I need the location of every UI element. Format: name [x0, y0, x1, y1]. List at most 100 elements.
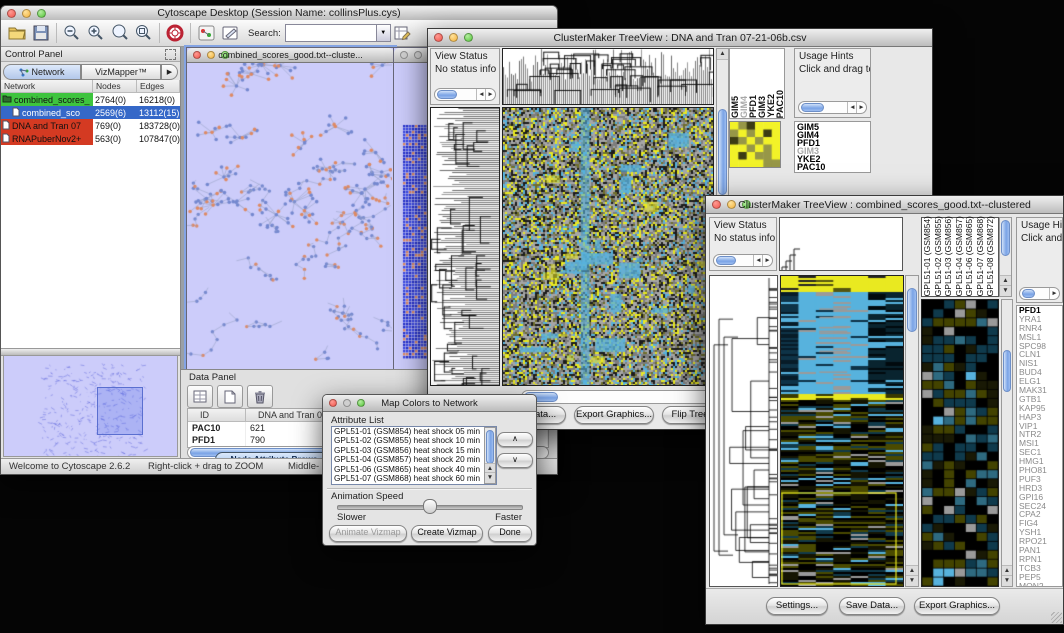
tv2-zoomheat-canvas[interactable] [922, 300, 998, 586]
attribute-editor-icon[interactable] [391, 22, 415, 44]
attribute-item[interactable]: GPL51-04 (GSM857) heat shock 20 min [332, 455, 496, 464]
new-attribute-icon[interactable] [217, 385, 243, 408]
usage-hints-scrollbar[interactable]: ► [1019, 287, 1060, 300]
zoom-fit-button[interactable] [132, 22, 156, 44]
select-attributes-icon[interactable] [187, 385, 213, 408]
scroll-up-icon[interactable]: ▲ [717, 49, 728, 60]
gene-label[interactable]: MON2 [1017, 582, 1062, 587]
annotation-icon[interactable] [218, 22, 242, 44]
treeview2-titlebar[interactable]: ClusterMaker TreeView : combined_scores_… [706, 196, 1063, 214]
scroll-right-icon[interactable]: ► [485, 89, 495, 100]
search-input[interactable] [285, 24, 377, 42]
close-icon[interactable] [400, 51, 408, 59]
tv2-column-tree[interactable] [779, 217, 903, 271]
tab-vizmapper[interactable]: VizMapper™ [81, 64, 161, 80]
save-button[interactable] [29, 22, 53, 44]
scroll-right-icon[interactable]: ► [856, 102, 866, 113]
network-row[interactable]: DNA and Tran 07769(0)183728(0) [1, 119, 180, 132]
scroll-down-icon[interactable]: ▼ [485, 472, 495, 483]
network-overview[interactable] [3, 355, 178, 457]
attribute-item[interactable]: GPL51-03 (GSM856) heat shock 15 min [332, 446, 496, 455]
scrollbar-thumb[interactable] [486, 430, 494, 464]
treeview1-titlebar[interactable]: ClusterMaker TreeView : DNA and Tran 07-… [428, 29, 932, 47]
scrollbar-thumb[interactable] [907, 288, 917, 332]
tv2-coltree-canvas[interactable] [780, 218, 902, 270]
create-vizmap-button[interactable]: Create Vizmap [411, 525, 483, 542]
overview-canvas[interactable] [4, 356, 177, 456]
move-down-button[interactable]: ∨ [497, 453, 533, 468]
zoom-out-button[interactable] [60, 22, 84, 44]
move-up-button[interactable]: ∧ [497, 432, 533, 447]
scrollbar-thumb[interactable] [1003, 350, 1011, 392]
overview-viewport[interactable] [97, 387, 143, 435]
tv2-vertical-scrollbar[interactable]: ▲ ▼ [905, 275, 919, 587]
view-status-scrollbar[interactable]: ◄ ► [434, 88, 496, 101]
tv1-rowtree-canvas[interactable] [431, 108, 499, 385]
main-titlebar[interactable]: Cytoscape Desktop (Session Name: collins… [1, 6, 557, 21]
network-row[interactable]: combined_sco2569(6)13112(15) [1, 106, 180, 119]
search-dropdown-icon[interactable]: ▼ [377, 24, 391, 42]
tv2-rowtree-canvas[interactable] [710, 276, 777, 586]
scrollbar-thumb[interactable] [1022, 289, 1035, 298]
tab-overflow-icon[interactable]: ▶ [161, 64, 178, 80]
zoom-row-label[interactable]: PAC10 [795, 163, 870, 171]
attribute-item[interactable]: GPL51-07 (GSM868) heat shock 60 min [332, 474, 496, 483]
tab-network[interactable]: Network [3, 64, 81, 80]
zoom-column-label[interactable]: PAC10 [776, 90, 785, 118]
tv2-row-tree[interactable] [709, 275, 778, 587]
zoom-selected-button[interactable] [108, 22, 132, 44]
attribute-item[interactable]: GPL51-02 (GSM855) heat shock 10 min [332, 436, 496, 445]
tv1-heatmap[interactable] [502, 107, 714, 386]
network-row[interactable]: combined_scores_2764(0)16218(0) [1, 93, 180, 106]
scrollbar-thumb[interactable] [716, 256, 736, 265]
attribute-list-scrollbar[interactable]: ▲ ▼ [484, 427, 496, 484]
vizmapper-icon[interactable] [194, 22, 218, 44]
network-view-titlebar[interactable]: combined_scores_good.txt--cluste... [187, 48, 394, 63]
minimize-icon[interactable] [414, 51, 422, 59]
scroll-down-icon[interactable]: ▼ [1002, 575, 1012, 586]
scrollbar-thumb[interactable] [1001, 220, 1010, 256]
dialog-titlebar[interactable]: Map Colors to Network [323, 395, 536, 412]
slider-thumb[interactable] [423, 499, 437, 514]
tv2-column-labels-scrollbar[interactable]: ▲ ▼ [999, 217, 1012, 297]
resize-grip[interactable] [1051, 612, 1062, 623]
zoom-in-button[interactable] [84, 22, 108, 44]
open-file-button[interactable] [5, 22, 29, 44]
export-graphics-button[interactable]: Export Graphics... [574, 406, 654, 424]
tv2-heatmap-canvas[interactable] [781, 276, 903, 586]
export-graphics-button[interactable]: Export Graphics... [914, 597, 1000, 615]
scrollbar-thumb[interactable] [437, 90, 457, 99]
scrollbar-thumb[interactable] [801, 103, 824, 112]
tv1-heatmap-canvas[interactable] [503, 108, 713, 385]
network-row[interactable]: RNAPuberNov2+563(0)107847(0) [1, 132, 180, 145]
settings-button[interactable]: Settings... [766, 597, 828, 615]
column-label[interactable]: GPL51-08 (GSM872) [986, 216, 997, 296]
animate-vizmap-button[interactable]: Animate Vizmap [329, 525, 407, 542]
column-label[interactable]: GPL51-01 (GSM854) [923, 216, 934, 296]
attribute-item[interactable]: GPL51-06 (GSM865) heat shock 40 min [332, 465, 496, 474]
tv2-zoom-scrollbar[interactable]: ▲ ▼ [1001, 299, 1013, 587]
scroll-down-icon[interactable]: ▼ [1000, 285, 1011, 296]
scrollbar-thumb[interactable] [718, 109, 727, 195]
tv1-column-tree[interactable] [502, 48, 714, 105]
tv1-row-tree[interactable] [430, 107, 500, 386]
help-icon[interactable] [163, 22, 187, 44]
tv2-zoom-heatmap[interactable] [921, 299, 999, 587]
tv1-zoom-matrix-canvas[interactable] [730, 122, 780, 167]
view-status-scrollbar[interactable]: ◄ ► [713, 254, 773, 267]
attribute-item[interactable]: GPL51-01 (GSM854) heat shock 05 min [332, 427, 496, 436]
network-canvas[interactable] [187, 63, 392, 368]
usage-hints-scrollbar[interactable]: ◄ ► [798, 101, 867, 114]
scroll-right-icon[interactable]: ► [762, 255, 772, 266]
tv1-zoom-matrix[interactable] [729, 121, 781, 168]
scroll-down-icon[interactable]: ▼ [906, 575, 918, 586]
delete-attribute-icon[interactable] [247, 385, 273, 408]
tv2-heatmap[interactable] [780, 275, 904, 587]
scroll-right-icon[interactable]: ► [1049, 288, 1059, 299]
tv1-coltree-canvas[interactable] [503, 49, 713, 104]
save-data-button[interactable]: Save Data... [839, 597, 905, 615]
done-button[interactable]: Done [488, 525, 532, 542]
column-label[interactable]: GPL51-06 (GSM865) [965, 216, 976, 296]
float-panel-icon[interactable] [165, 49, 176, 60]
column-label[interactable]: GPL51-03 (GSM856) [944, 216, 955, 296]
